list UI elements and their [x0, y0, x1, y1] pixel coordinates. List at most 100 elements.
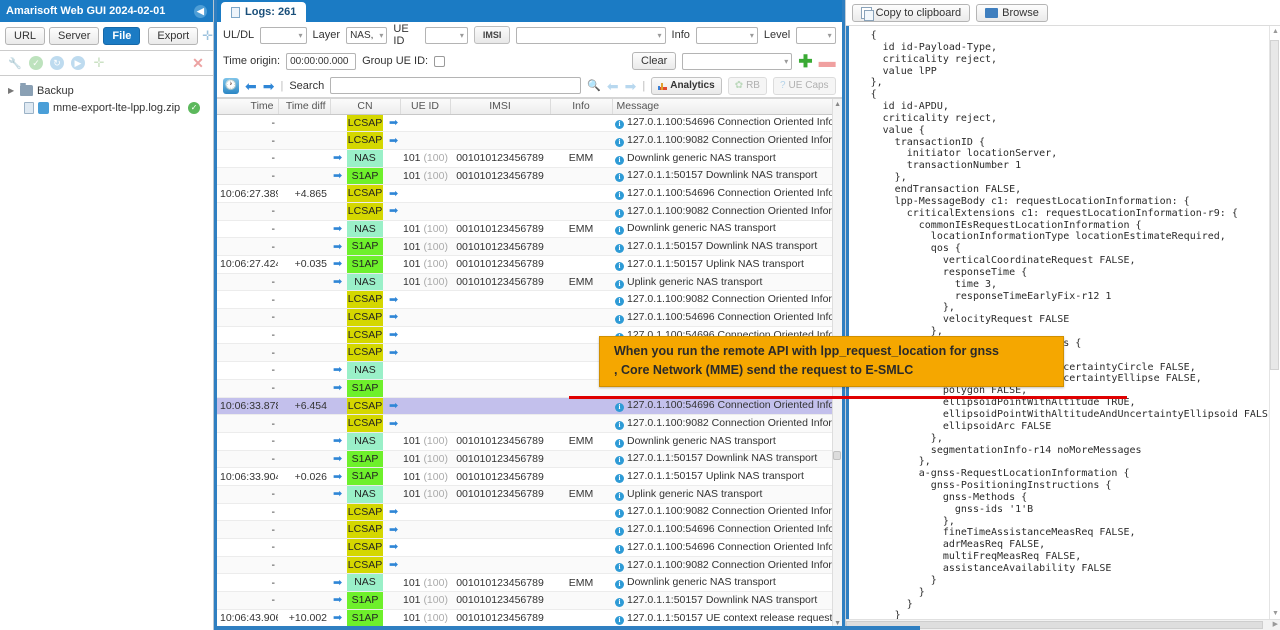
col-cn[interactable]: CN: [344, 99, 386, 115]
info-icon: i: [615, 491, 624, 501]
table-row[interactable]: - ➡ NAS 101 (100) 001010123456789 EMM i Uplink …: [217, 485, 842, 504]
tab-logs[interactable]: Logs: 261: [221, 2, 307, 22]
col-message[interactable]: Message: [612, 99, 842, 115]
binoculars-icon[interactable]: 🔍: [587, 79, 601, 92]
table-row[interactable]: 10:06:43.906 +10.002 ➡ S1AP 101 (100) 0010101…: [217, 609, 842, 628]
table-row[interactable]: 10:06:27.389 +4.865 LCSAP ➡ i 127.0.1.100:546…: [217, 184, 842, 203]
arrow-left-icon[interactable]: ⬅: [245, 79, 257, 93]
layer-select[interactable]: NAS, ▾: [346, 26, 388, 44]
table-row[interactable]: 10:06:33.904 +0.026 ➡ S1AP 101 (100) 00101012…: [217, 467, 842, 486]
ueid-select[interactable]: ▾: [424, 26, 468, 44]
refresh-icon[interactable]: ↻: [50, 56, 64, 70]
cell-dir-left: ➡: [330, 167, 344, 186]
ue-caps-button[interactable]: ? UE Caps: [772, 76, 836, 95]
cell-dir-left: ➡: [330, 273, 344, 292]
preset-select[interactable]: ▾: [682, 52, 793, 70]
table-row[interactable]: - LCSAP ➡ i127.0.1.100:54696 Connection Ori…: [217, 308, 842, 327]
info-select[interactable]: ▾: [695, 26, 758, 44]
table-row[interactable]: - LCSAP ➡ i127.0.1.100:54696 Connection Ori…: [217, 538, 842, 557]
info-icon: i: [615, 562, 624, 572]
clear-button[interactable]: Clear: [632, 52, 677, 70]
cell-cn: S1AP: [344, 609, 386, 628]
check-circle-icon[interactable]: ✓: [29, 56, 43, 70]
table-row[interactable]: - LCSAP ➡ i127.0.1.100:9082 Connection Orie…: [217, 131, 842, 150]
clock-icon[interactable]: 🕐: [223, 77, 239, 94]
col-time-diff[interactable]: Time diff: [278, 99, 331, 115]
table-row[interactable]: - LCSAP ➡ i127.0.1.100:54696 Connection Ori…: [217, 114, 842, 133]
table-row[interactable]: - ➡ S1AP 101 (100)001010123456789 i127.0.1.1…: [217, 591, 842, 610]
code-vertical-scrollbar[interactable]: ▲ ▼: [1269, 26, 1280, 619]
table-row[interactable]: - LCSAP ➡ i127.0.1.100:9082 Connection Orie…: [217, 414, 842, 433]
cell-time: 10:06:33.904: [217, 467, 278, 486]
info-icon: i: [615, 474, 624, 484]
group-ueid-checkbox[interactable]: [434, 55, 446, 67]
table-row[interactable]: - ➡ NAS 101 (100) 001010123456789 EMM i Downlin…: [217, 149, 842, 168]
search-input[interactable]: [330, 77, 582, 94]
export-button[interactable]: Export: [148, 27, 199, 45]
cell-dir-left: [330, 556, 344, 575]
table-row[interactable]: 10:06:27.424 +0.035 ➡ S1AP 101 (100) 00101012…: [217, 255, 842, 274]
cell-dir-right: [386, 591, 400, 610]
table-row[interactable]: - LCSAP ➡ i127.0.1.100:9082 Connection Orie…: [217, 202, 842, 221]
table-row[interactable]: - LCSAP ➡ i127.0.1.100:9082 Connection Orie…: [217, 556, 842, 575]
level-select[interactable]: ▾: [796, 26, 836, 44]
cell-ue-id: [400, 520, 450, 539]
table-row[interactable]: 10:06:33.878 +6.454 LCSAP ➡ i 127.0.1.100:546…: [217, 397, 842, 416]
cell-time-diff: [278, 149, 330, 168]
table-row[interactable]: - ➡ S1AP 101 (100)001010123456789 i127.0.1.1…: [217, 450, 842, 469]
analytics-button[interactable]: Analytics: [651, 76, 722, 95]
cell-ue-id: 101 (100): [400, 220, 450, 239]
scroll-thumb[interactable]: [832, 451, 841, 460]
cn-badge: LCSAP: [347, 539, 383, 556]
arrow-right-icon[interactable]: ➡: [263, 79, 275, 93]
play-icon[interactable]: ▶: [71, 56, 85, 70]
col-info[interactable]: Info: [550, 99, 613, 115]
scroll-up-icon[interactable]: ▲: [834, 101, 842, 109]
tab-server[interactable]: Server: [49, 27, 100, 45]
tab-file[interactable]: File: [103, 27, 141, 45]
imsi-button[interactable]: IMSI: [473, 26, 511, 44]
add-icon[interactable]: ✛: [202, 28, 213, 43]
arrow-right-icon: ➡: [389, 134, 399, 147]
table-row[interactable]: - ➡ S1AP 101 (100)001010123456789 i127.0.1.1…: [217, 167, 842, 186]
table-row[interactable]: - LCSAP ➡ i127.0.1.100:9082 Connection Orie…: [217, 503, 842, 522]
rb-button[interactable]: ✿ RB: [727, 76, 767, 95]
uldl-select[interactable]: ▾: [260, 26, 307, 44]
col-imsi[interactable]: IMSI: [450, 99, 551, 115]
chevron-down-icon: ▾: [657, 30, 662, 40]
scroll-right-icon[interactable]: ▶: [1273, 620, 1278, 628]
wrench-icon[interactable]: 🔧: [8, 56, 22, 70]
col-ue-id[interactable]: UE ID: [400, 99, 451, 115]
copy-to-clipboard-button[interactable]: Copy to clipboard: [851, 3, 971, 22]
table-row[interactable]: - LCSAP ➡ i127.0.1.100:54696 Connection Ori…: [217, 520, 842, 539]
app-title-bar: Amarisoft Web GUI 2024-02-01 ◀: [0, 0, 213, 22]
asn1-code-viewer[interactable]: { id id-Payload-Type, criticality reject…: [845, 26, 1280, 619]
scroll-up-icon[interactable]: ▲: [1272, 28, 1279, 35]
add-icon[interactable]: ✛: [92, 55, 106, 70]
table-row[interactable]: - ➡ NAS 101 (100) 001010123456789 EMM i Downlin…: [217, 432, 842, 451]
tree-item-logfile[interactable]: mme-export-lte-lpp.log.zip ✓: [0, 99, 213, 116]
time-origin-input[interactable]: 00:00:00.000: [286, 52, 357, 70]
arrow-left-icon[interactable]: ⬅: [607, 79, 619, 93]
tab-url[interactable]: URL: [5, 27, 46, 45]
delete-icon[interactable]: ✕: [191, 55, 205, 71]
remove-preset-icon[interactable]: ▬: [819, 53, 836, 70]
browse-button[interactable]: Browse: [976, 3, 1048, 22]
cell-dir-left: ➡: [330, 609, 344, 628]
tree-item-backup[interactable]: ▶ Backup: [0, 82, 213, 99]
table-row[interactable]: - LCSAP ➡ i127.0.1.100:9082 Connection Orie…: [217, 290, 842, 310]
arrow-right-icon[interactable]: ➡: [625, 79, 637, 93]
cell-dir-left: ➡: [330, 255, 344, 274]
add-preset-icon[interactable]: ✚: [798, 53, 812, 70]
col-time[interactable]: Time: [217, 99, 279, 115]
cell-dir-left: ➡: [330, 485, 344, 504]
table-row[interactable]: - ➡ NAS 101 (100) 001010123456789 EMM i Downlin…: [217, 573, 842, 593]
scroll-thumb[interactable]: [1270, 40, 1279, 370]
imsi-select[interactable]: ▾: [516, 26, 666, 44]
chevron-right-icon[interactable]: ▶: [8, 86, 16, 95]
scroll-down-icon[interactable]: ▼: [1272, 610, 1279, 617]
table-row[interactable]: - ➡ S1AP 101 (100)001010123456789 i127.0.1.1…: [217, 237, 842, 256]
table-row[interactable]: - ➡ NAS 101 (100) 001010123456789 EMM i Downlin…: [217, 220, 842, 239]
chevron-left-icon[interactable]: ◀: [194, 4, 207, 18]
table-row[interactable]: - ➡ NAS 101 (100) 001010123456789 EMM i Uplink …: [217, 273, 842, 292]
